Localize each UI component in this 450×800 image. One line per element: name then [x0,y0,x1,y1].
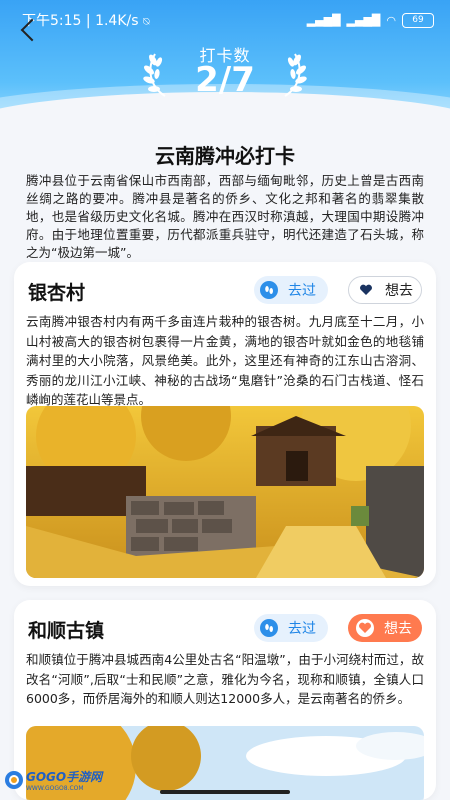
heart-icon [356,619,374,637]
went-button[interactable]: 去过 [254,614,328,642]
want-button[interactable]: 想去 [348,614,422,642]
home-indicator [160,790,290,794]
went-button[interactable]: 去过 [254,276,328,304]
wifi-icon: ◠ [386,13,396,27]
footprint-icon [260,619,278,637]
battery-icon: 69 [402,12,434,28]
watermark-text: GOGO手游网 [26,770,103,784]
heart-icon [357,281,375,299]
signal-icon-2: ▂▄▆█ [346,13,381,27]
want-button-label: 想去 [384,621,412,637]
intro-text: 腾冲县位于云南省保山市西南部，西部与缅甸毗邻，历史上曾是古西南丝绸之路的要冲。腾… [26,173,424,260]
gogo-logo-icon [5,771,23,789]
checkin-count-value: 2/7 [195,60,255,100]
watermark-url: WWW.GOGO8.COM [26,785,84,792]
place-photo [26,406,424,578]
signal-icon-1: ▂▄▆█ [306,13,341,27]
mute-icon: ⍉ [143,15,150,28]
footprint-icon [260,281,278,299]
want-button-label: 想去 [385,283,413,299]
place-title: 和顺古镇 [28,620,105,642]
status-bar: 下午5:15 | 1.4K/s ⍉ ▂▄▆█ ▂▄▆█ ◠ 69 [22,10,434,30]
page-title: 云南腾冲必打卡 [155,144,295,168]
status-speed: 1.4K/s [95,13,139,29]
place-description: 云南腾冲银杏村内有两千多亩连片栽种的银杏树。九月底至十二月，小山村被高大的银杏树… [26,314,424,407]
went-button-label: 去过 [288,283,316,299]
want-button[interactable]: 想去 [348,276,422,304]
status-right: ▂▄▆█ ▂▄▆█ ◠ 69 [306,12,434,28]
card-header: 银杏村 去过 想去 [14,262,436,318]
place-card: 银杏村 去过 想去 云南腾冲银杏村内有两千多亩连片栽种的银杏树。九月底至十二月，… [14,262,436,586]
watermark-logo: GOGO手游网 WWW.GOGO8.COM [4,768,102,792]
place-description: 和顺镇位于腾冲县城西南4公里处古名“阳温墩”，由于小河绕村而过，故改名“河顺”,… [26,652,424,706]
went-button-label: 去过 [288,621,316,637]
place-title: 银杏村 [28,282,86,304]
card-header: 和顺古镇 去过 想去 [14,600,436,656]
